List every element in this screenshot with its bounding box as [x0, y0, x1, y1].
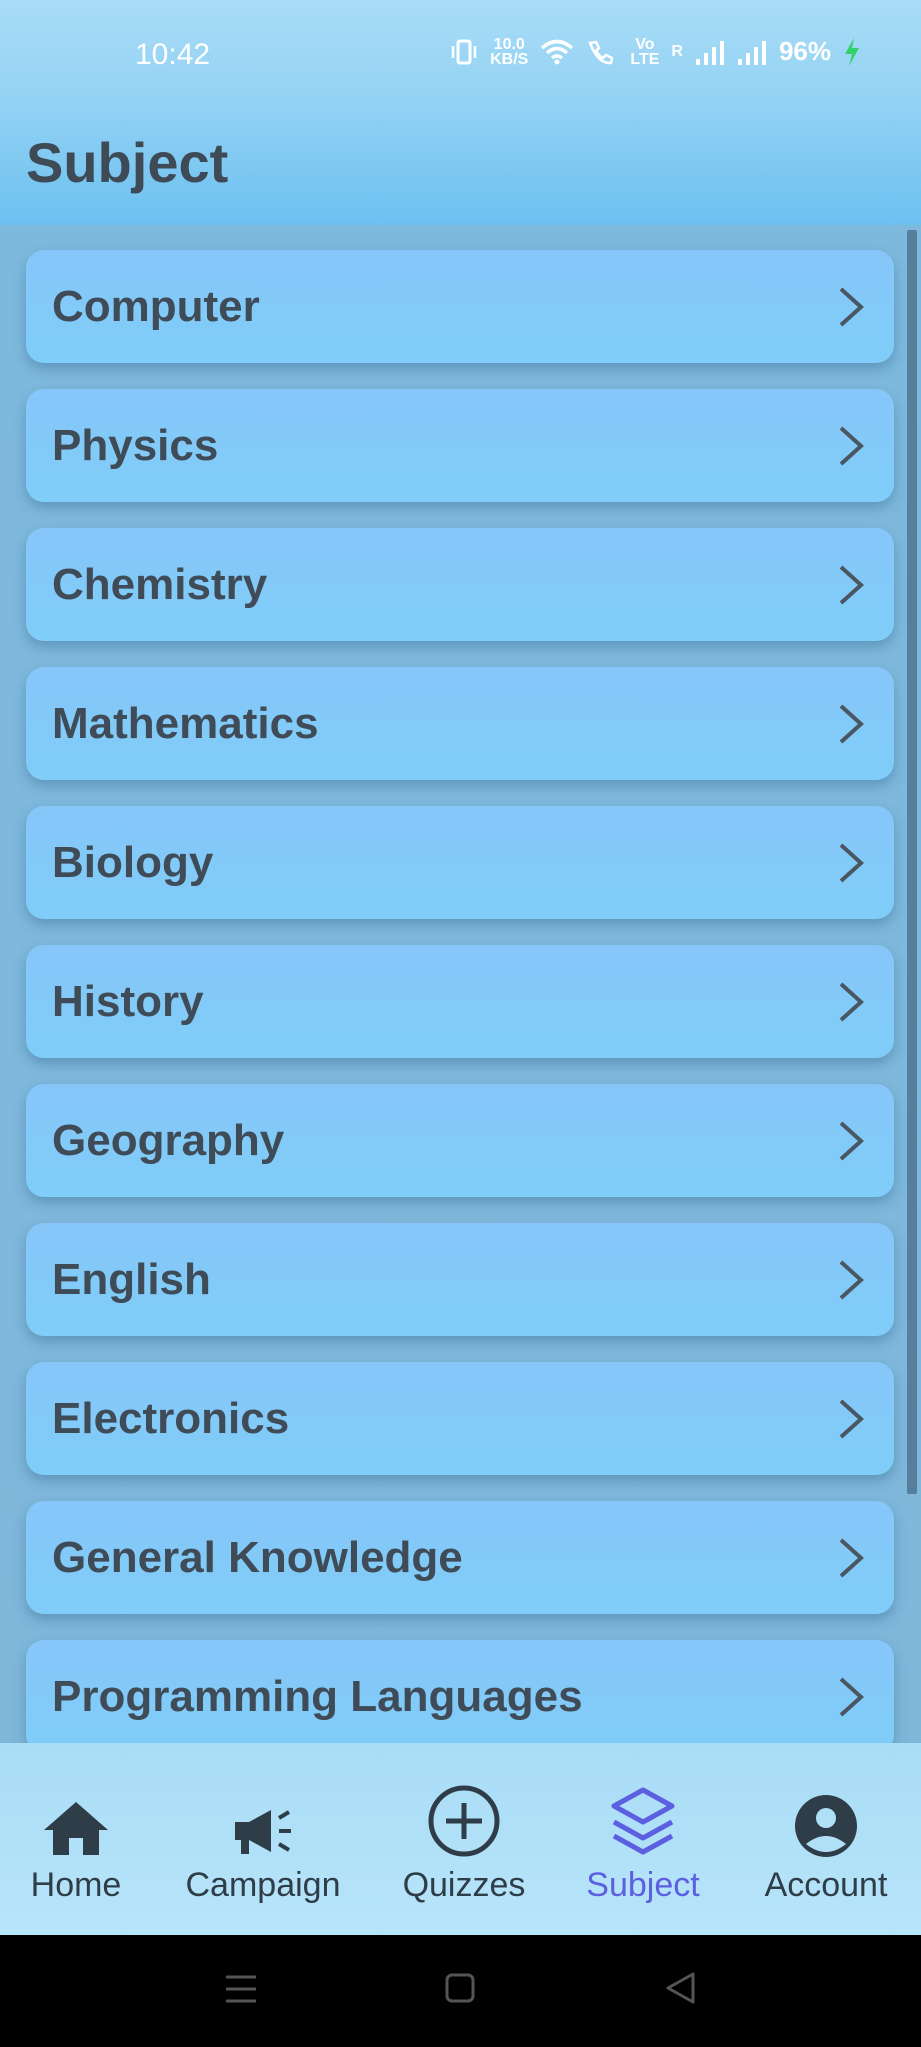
- nav-subject[interactable]: Subject: [580, 1778, 706, 1905]
- nav-label: Account: [764, 1866, 888, 1904]
- page-title: Subject: [26, 131, 229, 194]
- signal-icon: [737, 40, 766, 65]
- plus-circle-icon: [428, 1785, 500, 1857]
- chevron-right-icon: [839, 1677, 864, 1717]
- subject-label: Programming Languages: [52, 1671, 583, 1721]
- subject-item-physics[interactable]: Physics: [26, 389, 894, 502]
- subject-item-chemistry[interactable]: Chemistry: [26, 528, 894, 641]
- volte-indicator: Vo LTE: [630, 35, 660, 68]
- subject-label: Electronics: [52, 1393, 290, 1443]
- home-square-icon[interactable]: [444, 1972, 476, 2004]
- net-speed: 10.0 KB/S: [490, 35, 529, 68]
- nav-campaign[interactable]: Campaign: [178, 1778, 348, 1905]
- subject-item-general-knowledge[interactable]: General Knowledge: [26, 1501, 894, 1614]
- account-circle-icon: [795, 1795, 857, 1857]
- subject-label: Mathematics: [52, 698, 319, 748]
- roaming-indicator: R: [671, 43, 683, 60]
- subject-label: English: [52, 1254, 211, 1304]
- subject-label: Chemistry: [52, 559, 268, 609]
- subject-item-mathematics[interactable]: Mathematics: [26, 667, 894, 780]
- chevron-right-icon: [839, 1121, 864, 1161]
- chevron-right-icon: [839, 287, 864, 327]
- subject-label: Computer: [52, 281, 260, 331]
- subject-list[interactable]: Computer Physics Chemistry Mathematics B…: [0, 225, 921, 1743]
- chevron-right-icon: [839, 1538, 864, 1578]
- megaphone-icon: [235, 1810, 291, 1854]
- chevron-right-icon: [839, 426, 864, 466]
- chevron-right-icon: [839, 704, 864, 744]
- status-icons: 10.0 KB/S Vo LTE R 96%: [450, 36, 861, 67]
- app-header: 10:42 10.0 KB/S Vo LTE R 96% Subject: [0, 0, 921, 225]
- subject-item-history[interactable]: History: [26, 945, 894, 1058]
- chevron-right-icon: [839, 982, 864, 1022]
- subject-item-geography[interactable]: Geography: [26, 1084, 894, 1197]
- chevron-right-icon: [839, 843, 864, 883]
- status-time: 10:42: [135, 38, 211, 71]
- subject-label: Physics: [52, 420, 219, 470]
- chevron-right-icon: [839, 1260, 864, 1300]
- wifi-icon: [541, 39, 574, 64]
- nav-label: Campaign: [185, 1866, 341, 1904]
- chevron-right-icon: [839, 1399, 864, 1439]
- back-triangle-icon[interactable]: [664, 1971, 696, 2005]
- system-nav-bar: [0, 1935, 921, 2047]
- subject-item-english[interactable]: English: [26, 1223, 894, 1336]
- menu-icon[interactable]: [224, 1973, 258, 2005]
- subject-label: History: [52, 976, 204, 1026]
- chevron-right-icon: [839, 565, 864, 605]
- charging-icon: [845, 37, 859, 66]
- subject-item-programming-languages[interactable]: Programming Languages: [26, 1640, 894, 1743]
- vibrate-icon: [451, 39, 477, 64]
- subject-item-biology[interactable]: Biology: [26, 806, 894, 919]
- battery-level: 96%: [778, 36, 831, 66]
- subject-item-electronics[interactable]: Electronics: [26, 1362, 894, 1475]
- subject-label: Biology: [52, 837, 214, 887]
- subject-item-computer[interactable]: Computer: [26, 250, 894, 363]
- status-bar: 10:42 10.0 KB/S Vo LTE R 96%: [0, 0, 921, 110]
- subject-label: General Knowledge: [52, 1532, 463, 1582]
- volte-top: Vo: [635, 35, 655, 53]
- nav-label: Quizzes: [402, 1866, 526, 1904]
- nav-label: Subject: [586, 1866, 700, 1904]
- subject-label: Geography: [52, 1115, 285, 1165]
- bottom-nav: Home Campaign Quizzes Subject Account: [0, 1743, 921, 1935]
- net-speed-value: 10.0: [493, 35, 525, 53]
- signal-icon: [695, 40, 724, 65]
- nav-account[interactable]: Account: [756, 1778, 896, 1905]
- nav-label: Home: [30, 1866, 122, 1904]
- volte-bottom: LTE: [630, 50, 660, 68]
- net-speed-unit: KB/S: [490, 50, 529, 68]
- wifi-calling-icon: [588, 40, 614, 64]
- nav-home[interactable]: Home: [18, 1778, 134, 1905]
- layers-icon: [611, 1787, 675, 1855]
- home-icon: [44, 1802, 108, 1855]
- nav-quizzes[interactable]: Quizzes: [398, 1778, 530, 1905]
- scrollbar[interactable]: [907, 230, 917, 1494]
